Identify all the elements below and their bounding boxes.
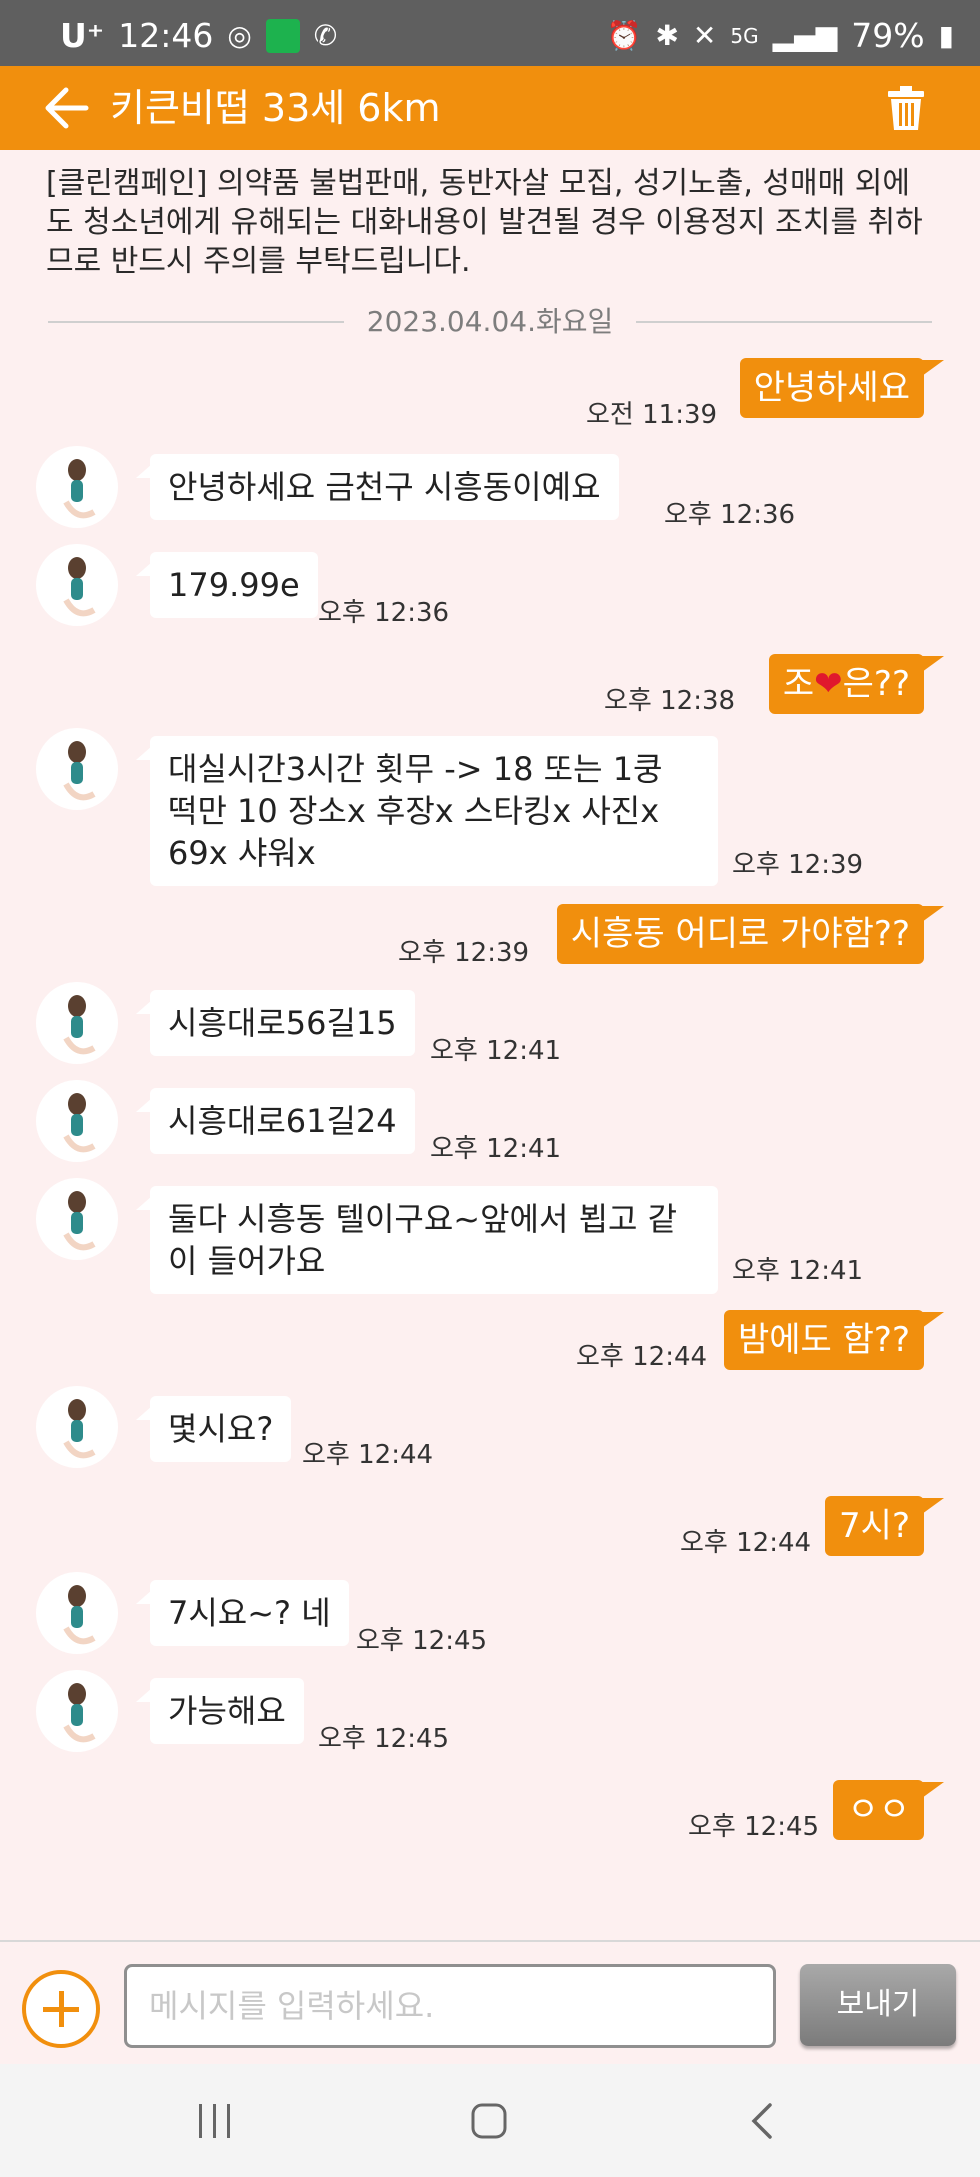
message-bubble-in[interactable]: 가능해요 [136,1678,304,1744]
avatar[interactable] [36,1572,118,1654]
message-bubble-in[interactable]: 7시요~? 네 [136,1580,349,1646]
message-text: 안녕하세요 [753,368,910,408]
mute-icon: ✕ [692,18,717,52]
message-bubble-in[interactable]: 시흥대로61길24 [136,1088,415,1154]
message-text: 시흥대로56길15 [168,1004,397,1042]
message-text: 몇시요? [168,1410,274,1448]
message-bubble-in[interactable]: 179.99e [136,552,318,618]
message-text: 조 [782,664,815,704]
message-bubble-in[interactable]: 대실시간3시간 횟무 -> 18 또는 1쿵 떡만 10 장소x 후장x 스타킹… [136,736,718,886]
alarm-icon: ⏰ [606,18,642,52]
avatar[interactable] [36,1670,118,1752]
message-time: 오후 12:41 [430,1036,562,1066]
back-icon[interactable] [748,2102,778,2140]
message-time: 오후 12:39 [732,850,864,880]
message-bubble-out[interactable]: ㅇㅇ [833,1780,944,1840]
message-text: 시흥동 어디로 가야함?? [570,914,910,954]
home-icon[interactable] [470,2102,508,2140]
avatar[interactable] [36,1178,118,1260]
clock: 12:46 [118,16,214,55]
message-bubble-out[interactable]: 시흥동 어디로 가야함?? [556,904,945,964]
message-time: 오후 12:44 [680,1528,812,1558]
message-text: 시흥대로61길24 [168,1102,397,1140]
message-bubble-in[interactable]: 안녕하세요 금천구 시흥동이예요 [136,454,619,520]
message-text: 가능해요 [168,1692,286,1730]
message-text: 69x 샤워x [168,834,316,872]
message-text: ㅇㅇ [847,1790,910,1830]
message-input[interactable] [124,1964,776,2048]
message-text: 은?? [842,664,910,704]
message-text: 7시요~? 네 [168,1594,331,1632]
avatar[interactable] [36,544,118,626]
trash-icon[interactable] [888,86,924,130]
message-bubble-out[interactable]: 7시? [825,1496,944,1556]
message-bubble-out[interactable]: 밤에도 함?? [723,1310,945,1370]
message-time: 오후 12:44 [302,1440,434,1470]
chat-title: 키큰비떱 33세 6km [110,86,441,130]
bluetooth-icon: ✱ [655,18,679,52]
status-bar: U⁺ 12:46 ◎ ✆ ⏰ ✱ ✕ 5G ▂▄▆ 79% ▮ [0,0,980,66]
back-arrow-icon[interactable] [44,86,90,130]
composer-bar: 보내기 [0,1940,980,2064]
avatar[interactable] [36,728,118,810]
message-bubble-in[interactable]: 몇시요? [135,1396,292,1462]
wifi-call-icon: ✆ [313,18,338,52]
message-text: 179.99e [168,566,300,604]
avatar[interactable] [36,446,118,528]
message-time: 오후 12:44 [576,1342,708,1372]
message-bubble-out[interactable]: 안녕하세요 [739,358,945,418]
message-text: 7시? [839,1506,910,1546]
battery-label: 79% [851,16,925,55]
message-time: 오후 12:36 [664,500,796,530]
add-attachment-button[interactable] [22,1970,100,2048]
signal-icon: ▂▄▆ [772,18,838,52]
app-icon [265,18,300,53]
avatar[interactable] [36,1080,118,1162]
message-bubble-out[interactable]: 조❤은?? [768,654,945,714]
battery-icon: ▮ [938,18,954,52]
message-time: 오후 12:45 [318,1724,450,1754]
date-separator: 2023.04.04.화요일 [48,302,932,342]
vpn-icon: ◎ [227,18,252,52]
recent-apps-icon[interactable] [196,2102,234,2140]
message-time: 오후 12:45 [688,1812,820,1842]
chat-header: 키큰비떱 33세 6km [0,66,980,150]
5g-icon: 5G [730,23,759,48]
message-time: 오전 11:39 [586,400,718,430]
message-time: 오후 12:39 [398,938,530,968]
message-time: 오후 12:45 [356,1626,488,1656]
message-text: 밤에도 함?? [737,1320,910,1360]
message-time: 오후 12:36 [318,598,450,628]
message-bubble-in[interactable]: 둘다 시흥동 텔이구요~앞에서 뵙고 같 이 들어가요 [136,1186,718,1294]
message-time: 오후 12:41 [732,1256,864,1286]
message-text: 이 들어가요 [168,1242,326,1280]
message-time: 오후 12:41 [430,1134,562,1164]
message-text: 대실시간3시간 횟무 -> 18 또는 1쿵 [168,750,663,788]
message-text: 떡만 10 장소x 후장x 스타킹x 사진x [168,792,660,830]
message-bubble-in[interactable]: 시흥대로56길15 [136,990,415,1056]
send-button[interactable]: 보내기 [800,1964,956,2046]
message-text: 둘다 시흥동 텔이구요~앞에서 뵙고 같 [168,1200,678,1238]
message-text: 안녕하세요 금천구 시흥동이예요 [168,468,601,506]
avatar[interactable] [36,982,118,1064]
avatar[interactable] [36,1386,118,1468]
system-nav-bar [0,2064,980,2177]
message-time: 오후 12:38 [604,686,736,716]
clean-campaign-notice: [클린캠페인] 의약품 불법판매, 동반자살 모집, 성기노출, 성매매 외에도… [46,166,923,279]
carrier-label: U⁺ [60,16,105,55]
heart-icon: ❤ [814,664,843,704]
